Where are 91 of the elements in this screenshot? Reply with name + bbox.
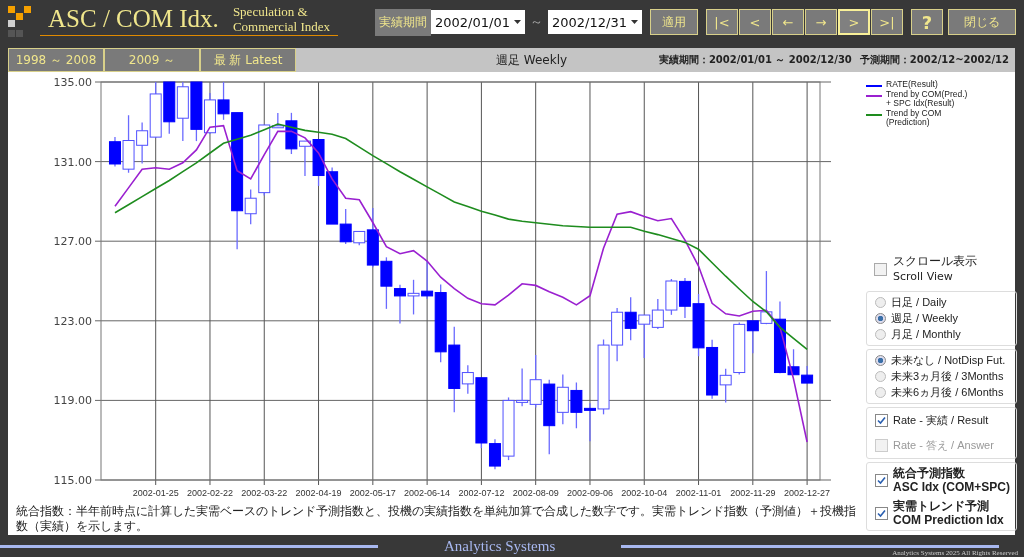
index-option-label: 統合予測指数 (893, 466, 966, 480)
scroll-view-label: スクロール表示 (893, 254, 977, 269)
x-axis-label: 2002-11-29 (730, 488, 776, 498)
future-option-label: 未来3ヵ月後 / 3Months (891, 369, 1004, 384)
legend-label: Trend by COM (Prediction) (886, 109, 943, 127)
x-axis-label: 2002-10-04 (621, 488, 668, 498)
future-option-label: 未来なし / NotDisp Fut. (891, 353, 1006, 368)
legend-label: Trend by COM(Pred.) + SPC Idx(Result) (886, 90, 969, 108)
y-axis-label: 135.00 (53, 76, 92, 89)
interval-option-label: 日足 / Daily (891, 295, 947, 310)
dropdown-caret-icon (514, 20, 521, 24)
x-axis-label: 2002-08-09 (512, 488, 559, 498)
interval-option-label: 月足 / Monthly (891, 327, 961, 342)
interval-label: 週足 Weekly (496, 51, 568, 69)
candlestick (638, 314, 651, 359)
y-axis-label: 119.00 (53, 394, 92, 408)
result-period: 実績期間：2002/01/01 ～ 2002/12/30 (658, 53, 852, 67)
navigation-button[interactable]: >| (871, 9, 903, 35)
close-button[interactable]: 閉じる (948, 9, 1016, 35)
logo-icon (8, 6, 34, 40)
range-tab[interactable]: 2009 ～ (104, 48, 200, 72)
footer-brand: Analytics Systems (443, 537, 557, 555)
candlestick (136, 121, 149, 165)
x-axis-label: 2002-11-01 (675, 488, 722, 498)
navigation-button[interactable]: < (739, 9, 771, 35)
x-axis-label: 2002-02-22 (186, 488, 233, 498)
x-axis-label: 2002-06-14 (404, 488, 451, 498)
candlestick (570, 381, 583, 429)
interval-radio[interactable] (875, 313, 886, 324)
rate-option-label: Rate - 答え / Answer (893, 438, 994, 453)
candlestick (393, 284, 406, 325)
future-option-label: 未来6ヵ月後 / 6Months (891, 385, 1004, 400)
x-axis-label: 2002-09-06 (566, 488, 613, 498)
candlestick (665, 278, 678, 316)
range-tab[interactable]: 最 新 Latest (200, 48, 296, 72)
y-axis-label: 131.00 (53, 155, 92, 169)
y-axis-label: 127.00 (53, 235, 92, 249)
candlestick (312, 138, 325, 187)
future-radio[interactable] (875, 355, 886, 366)
x-axis-label: 2002-01-25 (132, 488, 179, 498)
navigation-button[interactable]: |< (706, 9, 738, 35)
y-axis-label: 123.00 (53, 314, 92, 328)
rate-checkbox[interactable] (875, 414, 888, 427)
candlestick (176, 81, 189, 142)
app-subtitle: Commercial Index (232, 19, 330, 34)
candlestick (611, 307, 624, 362)
app-subtitle: Speculation & (232, 4, 309, 19)
scroll-view-checkbox[interactable] (874, 262, 887, 276)
index-option-label: 実需トレンド予測 (893, 499, 990, 513)
x-axis-label: 2002-04-19 (295, 488, 342, 498)
x-axis-label: 2002-12-27 (784, 488, 831, 498)
candlestick (651, 298, 664, 330)
candlestick (190, 81, 203, 142)
interval-option-label: 週足 / Weekly (891, 311, 959, 326)
app-title: ASC / COM Idx. (48, 4, 219, 34)
chart-caption: 統合指数：半年前時点に計算した実需ベースのトレンド予測指数と、投機の実績指数を単純加算で合成した数字です。実需トレンド指数（予測値）＋投機指数（実績）を示します。 (16, 504, 857, 534)
start-date-select[interactable]: 2002/01/01 (431, 10, 525, 34)
x-axis-label: 2002-05-17 (349, 488, 396, 498)
rate-option-label: Rate - 実績 / Result (893, 413, 989, 428)
scroll-view-label: Scroll View (893, 269, 954, 284)
range-tab[interactable]: 1998 ～ 2008 (8, 48, 104, 72)
future-radio[interactable] (875, 371, 886, 382)
candlestick (529, 354, 542, 409)
candlestick (163, 81, 176, 135)
navigation-button[interactable]: > (838, 9, 870, 35)
interval-radio[interactable] (875, 329, 886, 340)
legend-label: RATE(Result) (886, 80, 939, 89)
candlestick (204, 92, 216, 135)
help-button[interactable]: ? (911, 9, 943, 35)
candlestick (407, 279, 420, 316)
x-axis-label: 2002-07-12 (458, 488, 505, 498)
y-axis-label: 115.00 (53, 474, 92, 487)
candlestick (380, 256, 393, 310)
navigation-button[interactable]: → (805, 9, 837, 35)
period-label: 実績期間 (375, 8, 431, 36)
dropdown-caret-icon (631, 20, 638, 24)
future-radio[interactable] (875, 387, 886, 398)
navigation-button[interactable]: ← (772, 9, 804, 35)
candlestick (299, 140, 311, 177)
x-axis-label: 2002-03-22 (241, 488, 288, 498)
index-checkbox[interactable] (875, 473, 888, 487)
end-date-select[interactable]: 2002/12/31 (548, 10, 642, 34)
candlestick (149, 81, 162, 139)
range-separator: ～ (530, 13, 543, 31)
candlestick (624, 296, 637, 341)
forecast-period: 予測期間：2002/12~2002/12 (859, 53, 1009, 67)
index-option-label: COM Prediction Idx (893, 513, 1004, 527)
interval-radio[interactable] (875, 297, 886, 308)
index-option-label: ASC Idx (COM+SPC) (893, 480, 1010, 494)
index-checkbox[interactable] (875, 506, 888, 520)
apply-button[interactable]: 適用 (650, 9, 698, 35)
